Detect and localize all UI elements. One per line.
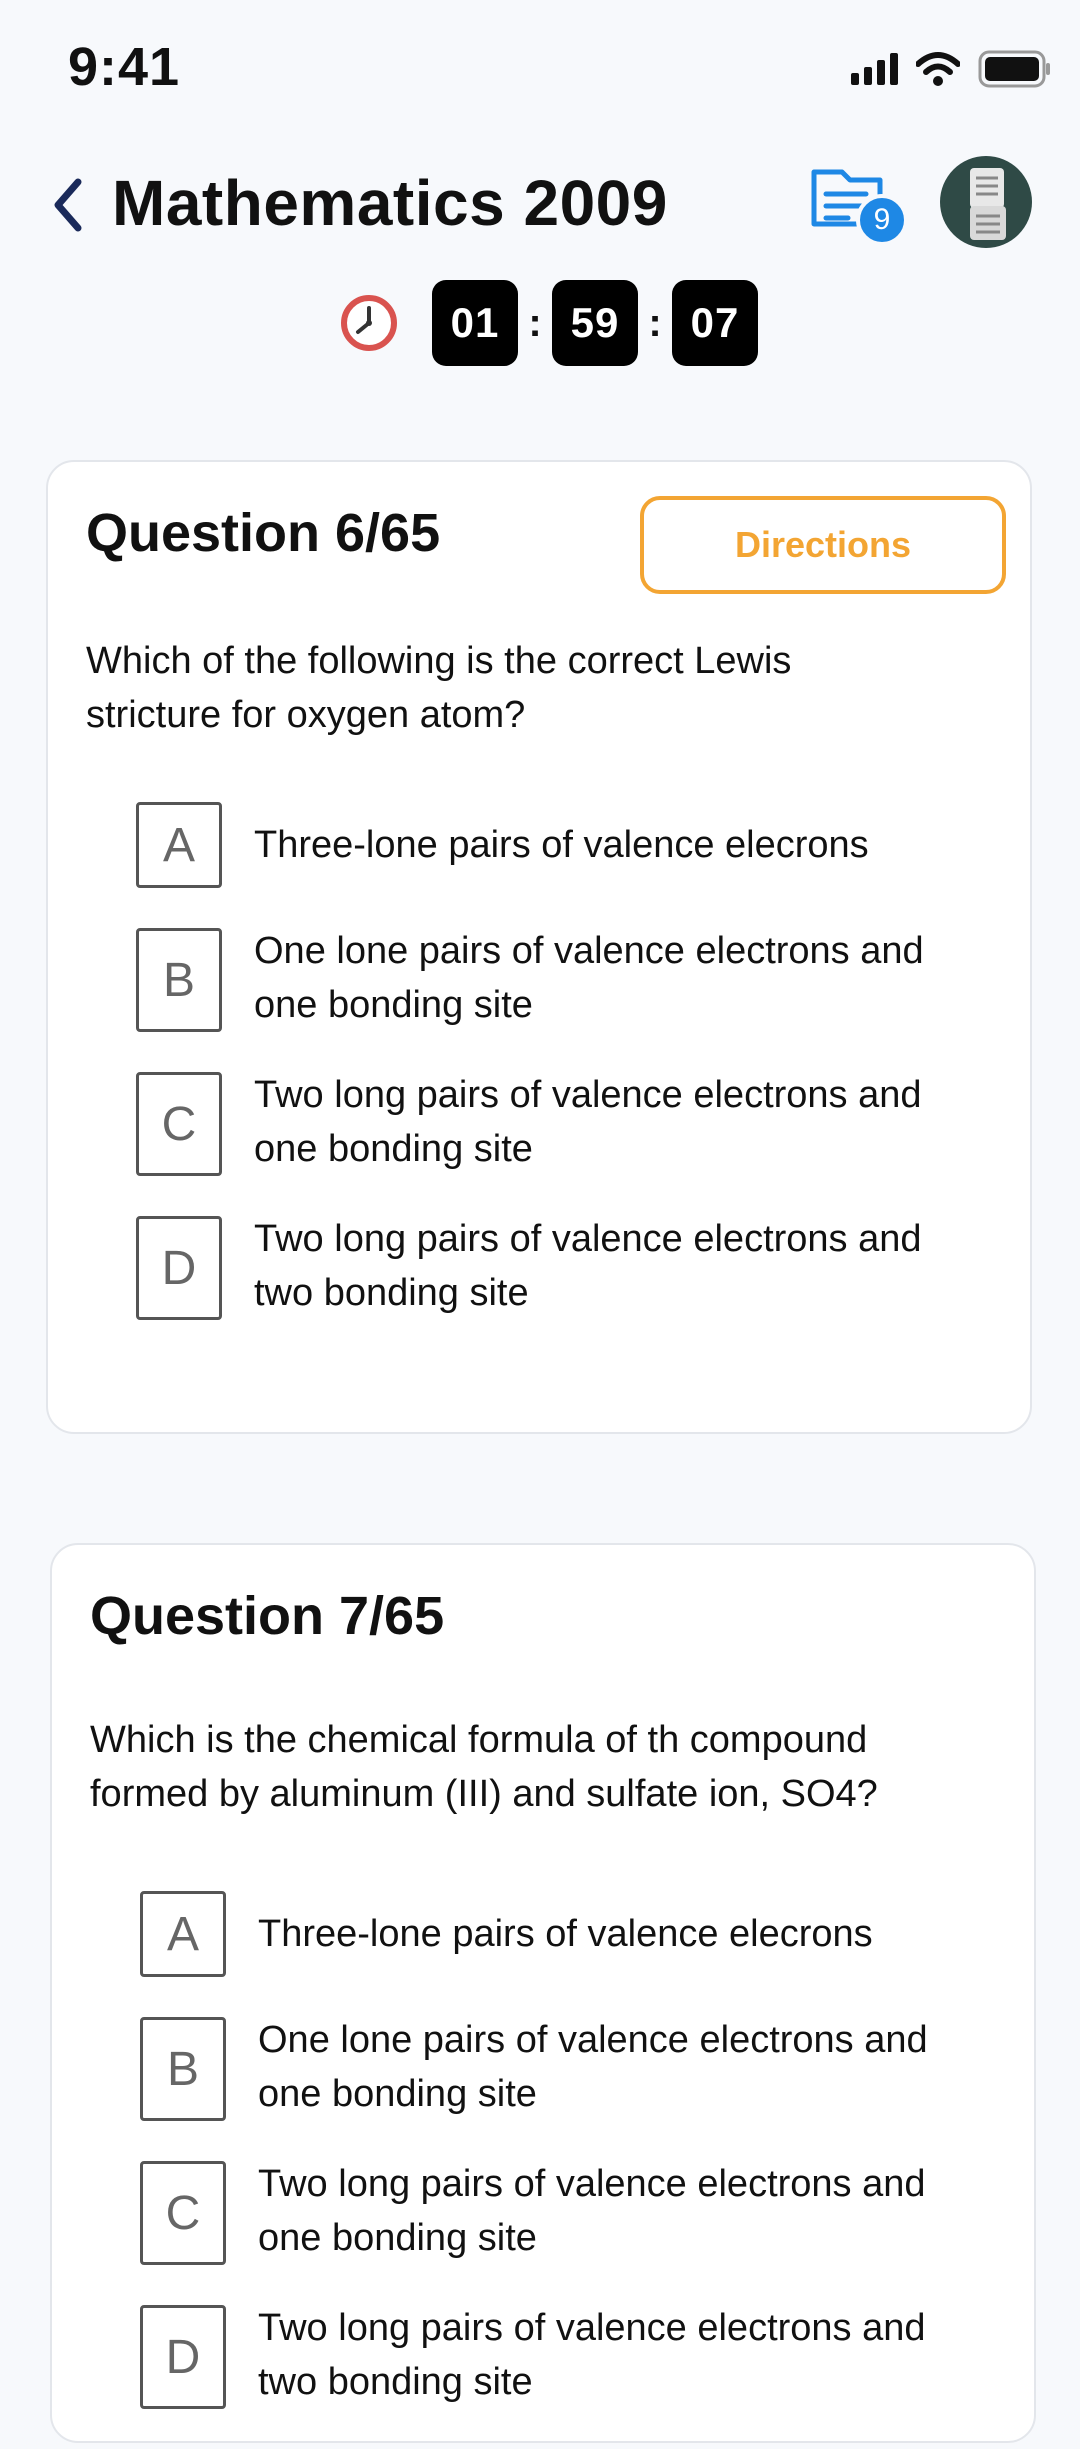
answer-option[interactable]: C Two long pairs of valence electrons an…	[136, 1072, 1016, 1176]
answer-option[interactable]: D Two long pairs of valence electrons an…	[136, 1216, 1016, 1320]
timer-hours: 01	[432, 280, 518, 366]
back-icon[interactable]	[44, 170, 94, 240]
battery-icon	[978, 50, 1050, 88]
directions-button[interactable]: Directions	[640, 496, 1006, 594]
answer-option[interactable]: D Two long pairs of valence electrons an…	[140, 2305, 1020, 2409]
answer-option[interactable]: B One lone pairs of valence electrons an…	[140, 2017, 1020, 2121]
option-letter[interactable]: A	[140, 1891, 226, 1977]
status-icons	[851, 50, 1052, 88]
timer-seconds: 07	[672, 280, 758, 366]
answer-option[interactable]: B One lone pairs of valence electrons an…	[136, 928, 1016, 1032]
option-text: Two long pairs of valence electrons and …	[254, 1218, 922, 1314]
question-text: Which is the chemical formula of th comp…	[90, 1719, 878, 1815]
timer-minutes: 59	[552, 280, 638, 366]
option-text: Three-lone pairs of valence elecrons	[254, 824, 869, 866]
option-text: Two long pairs of valence electrons and …	[254, 1074, 922, 1170]
option-text: One lone pairs of valence electrons and …	[254, 930, 924, 1026]
option-letter[interactable]: C	[140, 2161, 226, 2265]
option-text: Two long pairs of valence electrons and …	[258, 2307, 926, 2403]
question-card: Question 6/65 Directions Which of the fo…	[46, 460, 1032, 1434]
answer-option[interactable]: A Three-lone pairs of valence elecrons	[140, 1891, 1020, 1977]
status-time: 9:41	[68, 37, 181, 97]
timer-separator: :	[648, 300, 662, 345]
header: Mathematics 2009 9	[0, 150, 1080, 260]
signal-icon	[851, 53, 898, 85]
option-text: Two long pairs of valence electrons and …	[258, 2163, 926, 2259]
answer-option[interactable]: C Two long pairs of valence electrons an…	[140, 2161, 1020, 2265]
wifi-icon	[916, 52, 960, 86]
question-title: Question 6/65	[86, 503, 441, 563]
option-text: Three-lone pairs of valence elecrons	[258, 1913, 873, 1955]
notification-badge: 9	[856, 194, 908, 246]
question-title: Question 7/65	[90, 1586, 445, 1646]
question-text: Which of the following is the correct Le…	[86, 640, 792, 736]
answer-option[interactable]: A Three-lone pairs of valence elecrons	[136, 802, 1016, 888]
question-card: Question 7/65 Which is the chemical form…	[50, 1543, 1036, 2443]
option-letter[interactable]: D	[136, 1216, 222, 1320]
avatar[interactable]	[940, 156, 1032, 248]
document-stack-icon	[970, 168, 1006, 240]
option-letter[interactable]: D	[140, 2305, 226, 2409]
option-letter[interactable]: B	[136, 928, 222, 1032]
answer-options: A Three-lone pairs of valence elecrons B…	[140, 1891, 1020, 2449]
option-letter[interactable]: A	[136, 802, 222, 888]
clock-icon	[341, 295, 397, 351]
status-bar: 9:41	[0, 0, 1080, 140]
option-letter[interactable]: B	[140, 2017, 226, 2121]
timer-separator: :	[528, 300, 542, 345]
option-text: One lone pairs of valence electrons and …	[258, 2019, 928, 2115]
page-title: Mathematics 2009	[112, 167, 668, 239]
option-letter[interactable]: C	[136, 1072, 222, 1176]
countdown-timer: 01 : 59 : 07	[340, 278, 758, 368]
answer-options: A Three-lone pairs of valence elecrons B…	[136, 802, 1016, 1360]
